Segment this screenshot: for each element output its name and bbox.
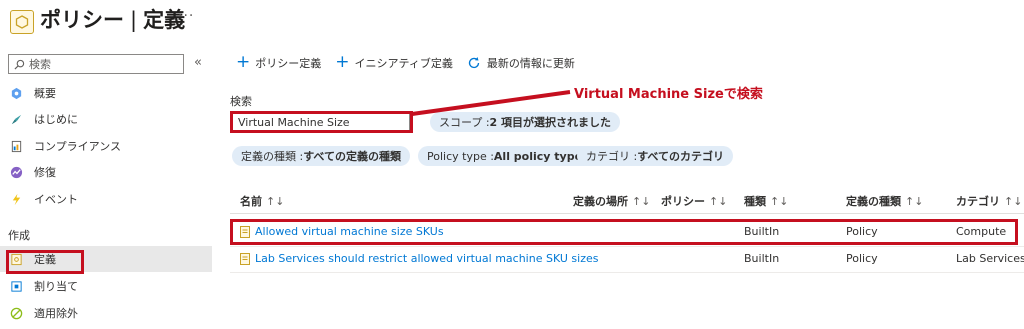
header-divider — [230, 213, 1024, 214]
policy-name-link[interactable]: Lab Services should restrict allowed vir… — [255, 252, 598, 265]
annotation-arrow — [411, 90, 571, 116]
category-cell: Lab Services — [956, 252, 1024, 265]
column-header-type[interactable]: 種類 ↑↓ — [744, 193, 788, 209]
annotation-text: Virtual Machine Sizeで検索 — [574, 87, 763, 102]
column-header-category[interactable]: カテゴリ ↑↓ — [956, 193, 1022, 209]
column-header-name[interactable]: 名前 ↑↓ — [240, 193, 284, 209]
column-header-definition-type[interactable]: 定義の種類 ↑↓ — [846, 193, 923, 209]
policy-document-icon — [240, 253, 250, 265]
table-row[interactable]: Lab Services should restrict allowed vir… — [230, 246, 1024, 272]
column-header-policies[interactable]: ポリシー ↑↓ — [661, 193, 727, 209]
definition-type-cell: Policy — [846, 252, 878, 265]
type-cell: BuiltIn — [744, 252, 780, 265]
column-header-location[interactable]: 定義の場所 ↑↓ — [573, 193, 650, 209]
row-highlight-box — [230, 219, 1018, 245]
row-divider — [230, 272, 1024, 273]
